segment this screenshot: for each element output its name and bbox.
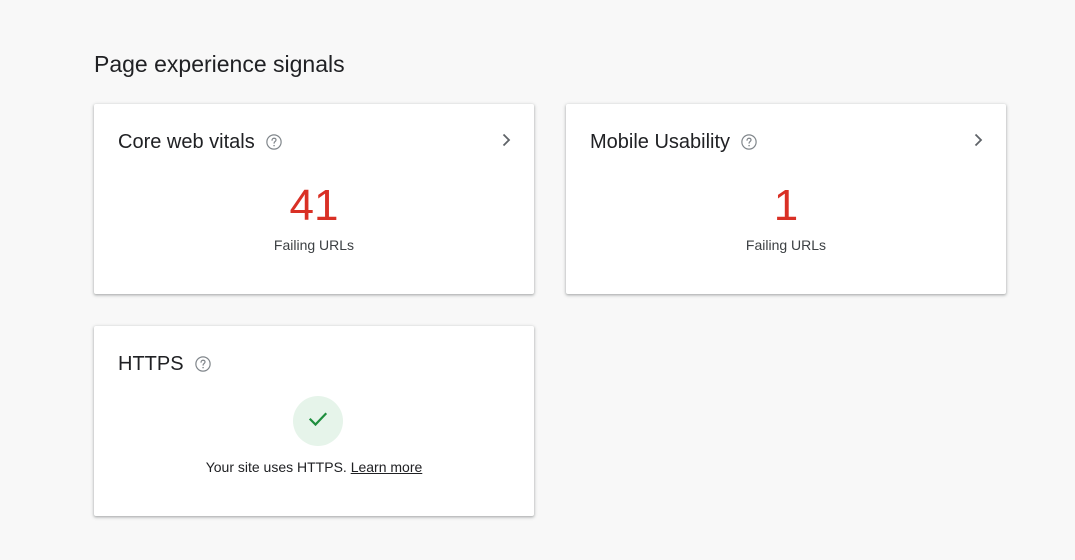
chevron-right-icon[interactable] [970,132,986,148]
help-icon[interactable] [194,355,212,373]
mobile-usability-card[interactable]: Mobile Usability 1 Failing URLs [566,104,1006,294]
failing-urls-label: Failing URLs [745,237,827,253]
check-icon [306,407,330,436]
card-header: Mobile Usability [590,130,758,154]
core-web-vitals-card[interactable]: Core web vitals 41 Failing URLs [94,104,534,294]
help-icon[interactable] [265,133,283,151]
page-title: Page experience signals [94,51,345,77]
https-status: Your site uses HTTPS. Learn more [94,458,534,476]
chevron-right-icon[interactable] [498,132,514,148]
https-card: HTTPS Your site uses HTTPS. Learn more [94,326,534,516]
card-header: Core web vitals [118,130,283,154]
learn-more-link[interactable]: Learn more [351,459,423,475]
card-header: HTTPS [118,352,212,376]
help-icon[interactable] [740,133,758,151]
failing-urls-count: 41 [289,181,339,230]
failing-urls-label: Failing URLs [273,237,355,253]
https-status-text: Your site uses HTTPS. [205,459,347,475]
https-status-badge [293,396,343,446]
card-title: Mobile Usability [590,131,731,153]
card-title: Core web vitals [118,131,255,153]
failing-urls-count: 1 [773,181,799,230]
card-title: HTTPS [118,353,184,375]
